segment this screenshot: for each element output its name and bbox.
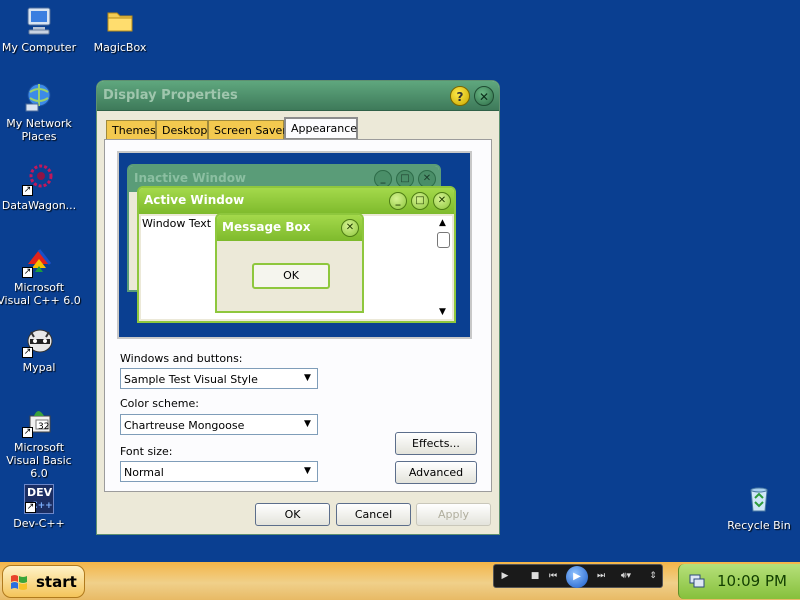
appearance-preview: Inactive Window _ □ ✕ Active Window _ □ … — [117, 151, 472, 339]
minimize-icon: _ — [389, 192, 407, 210]
windows-buttons-label: Windows and buttons: — [120, 352, 243, 365]
message-box-ok-button: OK — [252, 263, 330, 289]
chevron-down-icon[interactable]: ▼ — [299, 416, 316, 433]
clock[interactable]: 10:09 PM — [717, 572, 787, 590]
chevron-down-icon[interactable]: ▼ — [299, 370, 316, 387]
desktop-icon-label: Microsoft Visual Basic 6.0 — [6, 441, 72, 480]
dev-cpp-icon: DEV C++ ↗ — [24, 484, 54, 514]
system-tray: 10:09 PM — [678, 564, 800, 599]
desktop-icon-label: Dev-C++ — [13, 517, 65, 530]
taskbar: start ▶ ■ ⏮ ▶ ⏭ 🔊︎▾ ⇕ 10:09 PM — [0, 562, 800, 600]
desktop-icon-label: My Network Places — [6, 117, 72, 143]
font-size-value: Normal — [124, 466, 164, 479]
desktop-icon-label: MagicBox — [93, 41, 147, 54]
shortcut-arrow-icon: ↗ — [25, 502, 36, 513]
play-small-icon[interactable]: ▶ — [497, 569, 513, 584]
scroll-thumb — [437, 232, 450, 248]
desktop-icon-label: My Computer — [1, 41, 77, 54]
visual-basic-icon: 32 ↗ — [22, 404, 56, 438]
recycle-bin-icon — [742, 482, 776, 516]
effects-button[interactable]: Effects... — [395, 432, 477, 455]
computer-icon — [22, 4, 56, 38]
network-tray-icon[interactable] — [688, 573, 706, 589]
close-button[interactable]: ✕ — [474, 86, 494, 106]
close-icon: ✕ — [433, 192, 451, 210]
tab-desktop[interactable]: Desktop — [156, 120, 208, 139]
play-icon[interactable]: ▶ — [566, 566, 588, 588]
desktop-icon-label: DataWagon... — [1, 199, 77, 212]
desktop-icon-my-computer[interactable]: My Computer — [0, 4, 81, 54]
close-icon: ✕ — [341, 219, 359, 237]
desktop-icon-my-network-places[interactable]: My Network Places — [0, 80, 81, 143]
stop-icon[interactable]: ■ — [528, 569, 542, 584]
shortcut-arrow-icon: ↗ — [22, 427, 33, 438]
color-scheme-label: Color scheme: — [120, 397, 199, 410]
scroll-up-icon: ▲ — [439, 218, 446, 228]
inactive-window-title: Inactive Window — [134, 171, 247, 185]
previous-icon[interactable]: ⏮ — [544, 569, 562, 584]
font-size-label: Font size: — [120, 445, 173, 458]
desktop-icon-visual-cpp[interactable]: ↗ Microsoft Visual C++ 6.0 — [0, 244, 81, 307]
advanced-button[interactable]: Advanced — [395, 461, 477, 484]
cancel-button[interactable]: Cancel — [336, 503, 411, 526]
media-player-toolbar: ▶ ■ ⏮ ▶ ⏭ 🔊︎▾ ⇕ — [493, 564, 663, 588]
chevron-down-icon[interactable]: ▼ — [299, 463, 316, 480]
desktop-icon-dev-cpp[interactable]: DEV C++ ↗ Dev-C++ — [0, 484, 81, 530]
color-scheme-select[interactable]: Chartreuse Mongoose ▼ — [120, 414, 318, 435]
dev-icon-text: DEV — [27, 486, 53, 499]
apply-button[interactable]: Apply — [416, 503, 491, 526]
next-icon[interactable]: ⏭ — [592, 569, 610, 584]
volume-icon[interactable]: 🔊︎▾ — [614, 569, 638, 584]
ok-button[interactable]: OK — [255, 503, 330, 526]
start-label: start — [36, 573, 77, 591]
visual-cpp-icon: ↗ — [22, 244, 56, 278]
desktop-icon-magicbox[interactable]: MagicBox — [78, 4, 162, 54]
shortcut-arrow-icon: ↗ — [22, 347, 33, 358]
message-box-titlebar: Message Box ✕ — [217, 215, 362, 241]
desktop-icon-label: Mypal — [22, 361, 56, 374]
window-text: Window Text — [142, 217, 212, 230]
dialog-title: Display Properties — [103, 88, 238, 103]
vb-icon-number: 32 — [38, 422, 50, 432]
mypal-icon: ↗ — [22, 324, 56, 358]
desktop-icon-label: Recycle Bin — [727, 519, 791, 532]
message-box-preview: Message Box ✕ OK — [215, 213, 364, 313]
restore-icon[interactable]: ⇕ — [646, 569, 660, 584]
start-button[interactable]: start — [2, 565, 85, 598]
desktop-icon-visual-basic[interactable]: 32 ↗ Microsoft Visual Basic 6.0 — [0, 404, 81, 480]
tab-screen-saver[interactable]: Screen Saver — [208, 120, 287, 139]
network-icon — [22, 80, 56, 114]
display-properties-dialog: Display Properties ? ✕ Themes Desktop Sc… — [96, 80, 500, 535]
message-box-title: Message Box — [222, 220, 311, 234]
desktop-icon-datawagon[interactable]: ↗ DataWagon... — [0, 162, 81, 212]
tab-appearance[interactable]: Appearance — [284, 117, 358, 140]
desktop-icon-recycle-bin[interactable]: Recycle Bin — [717, 482, 800, 532]
dialog-titlebar[interactable]: Display Properties ? ✕ — [97, 81, 499, 111]
shortcut-arrow-icon: ↗ — [22, 267, 33, 278]
active-window-title: Active Window — [144, 193, 245, 207]
font-size-select[interactable]: Normal ▼ — [120, 461, 318, 482]
preview-scrollbar: ▲ ▼ — [436, 216, 452, 319]
windows-buttons-select[interactable]: Sample Test Visual Style ▼ — [120, 368, 318, 389]
shortcut-arrow-icon: ↗ — [22, 185, 33, 196]
scroll-down-icon: ▼ — [439, 307, 446, 317]
desktop-icon-mypal[interactable]: ↗ Mypal — [0, 324, 81, 374]
maximize-icon: □ — [411, 192, 429, 210]
windows-logo-icon — [10, 573, 28, 591]
help-button[interactable]: ? — [450, 86, 470, 106]
desktop-icon-label: Microsoft Visual C++ 6.0 — [0, 281, 81, 307]
folder-icon — [103, 4, 137, 38]
tab-themes[interactable]: Themes — [106, 120, 156, 139]
active-window-titlebar: Active Window _ □ ✕ — [139, 188, 454, 214]
windows-buttons-value: Sample Test Visual Style — [124, 373, 258, 386]
datawagon-icon: ↗ — [22, 162, 56, 196]
color-scheme-value: Chartreuse Mongoose — [124, 419, 245, 432]
